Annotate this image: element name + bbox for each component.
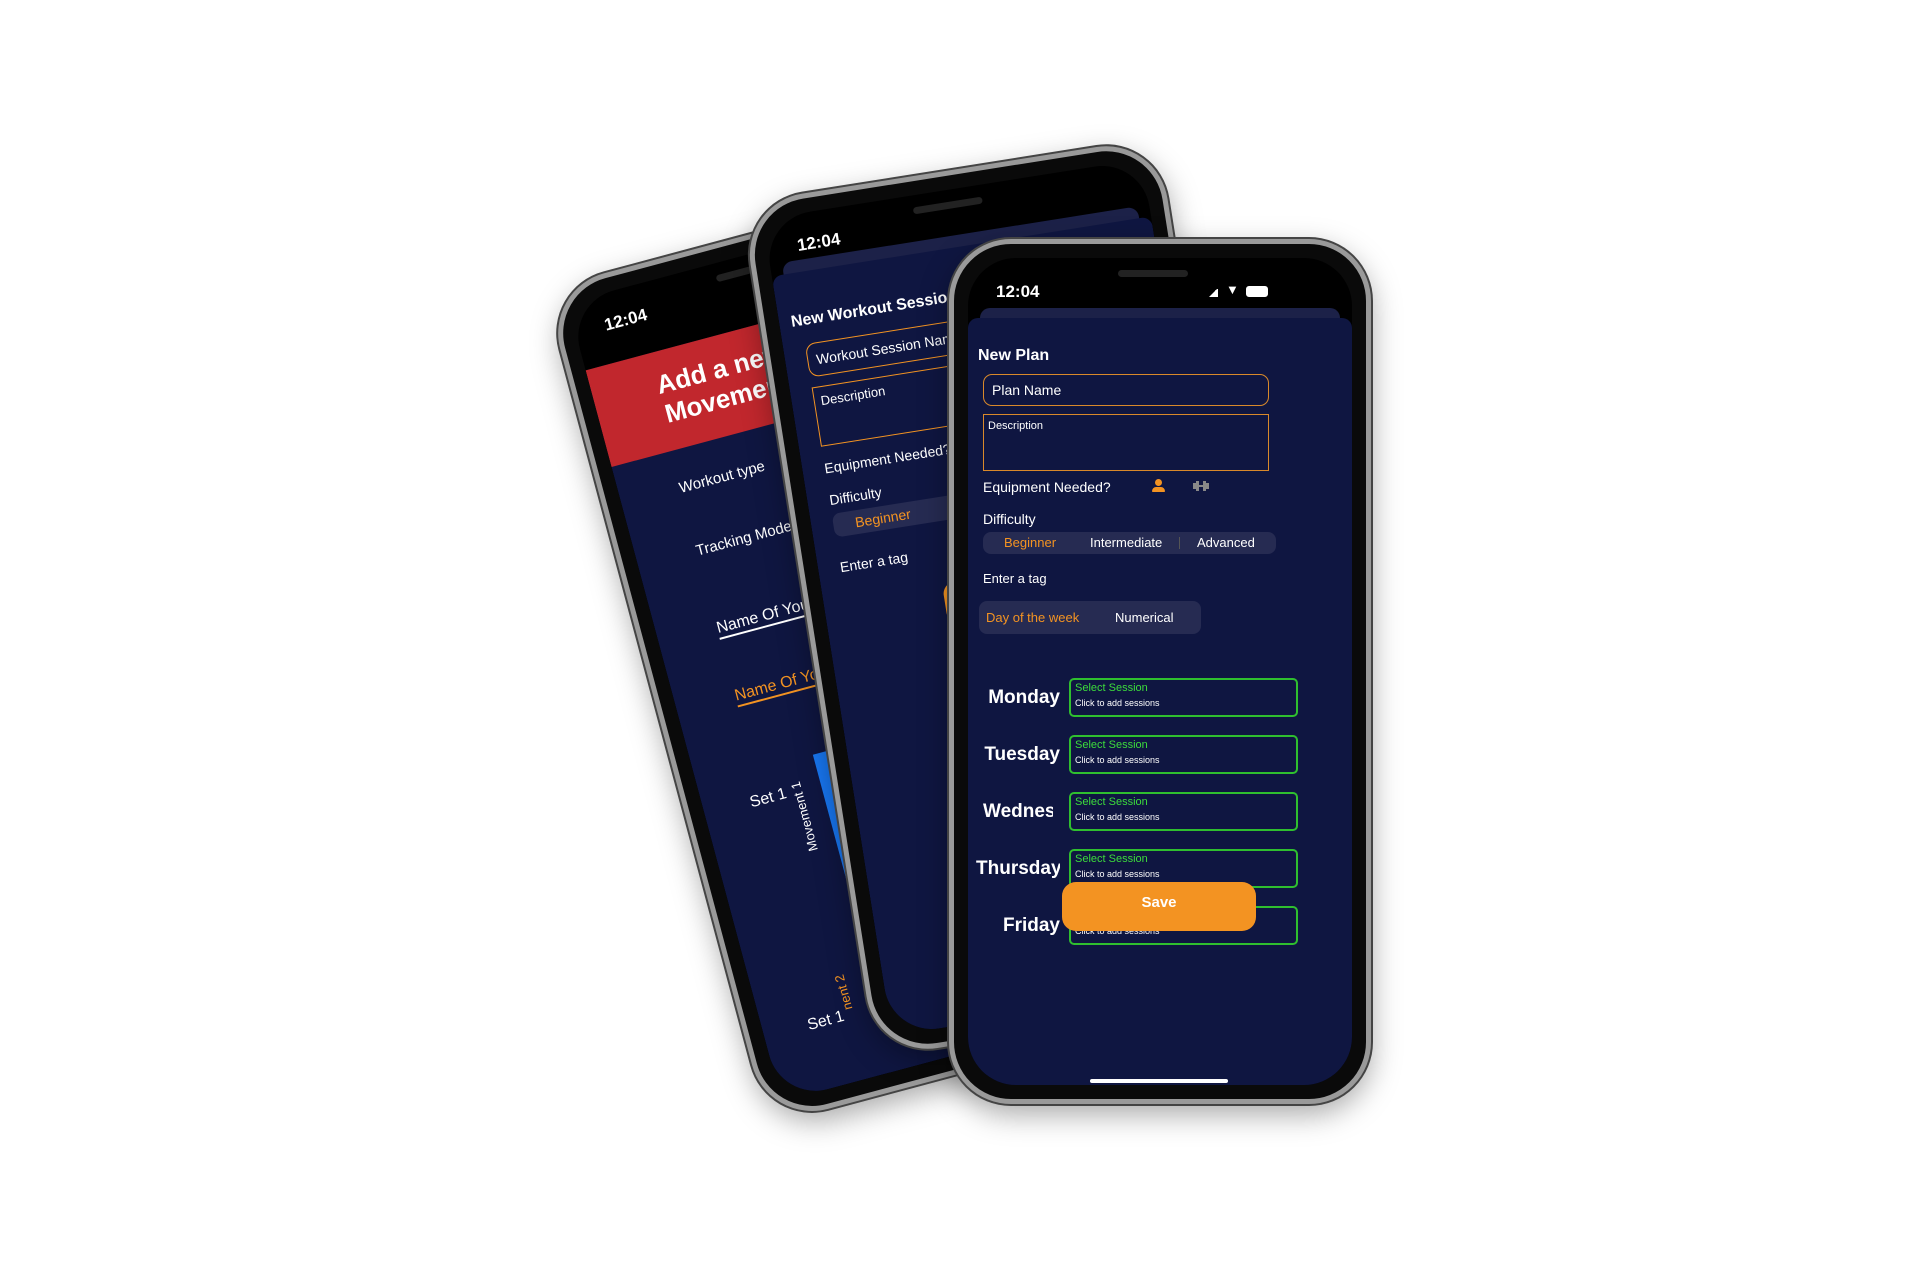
tracking-mode-label[interactable]: Tracking Mode (694, 518, 794, 560)
description-input[interactable]: Description (983, 414, 1269, 471)
movement-label: Movement 1 (787, 780, 821, 853)
status-icons: ▼ (1208, 282, 1278, 297)
dumbbell-icon[interactable] (1193, 481, 1209, 491)
set-label: Set 1 (748, 785, 789, 812)
tag-mode-day-of-week[interactable]: Day of the week (986, 610, 1079, 625)
session-hint: Click to add sessions (1075, 755, 1160, 765)
save-button[interactable]: Save (1062, 882, 1256, 931)
home-indicator (1090, 1079, 1228, 1083)
session-title: Select Session (1075, 853, 1148, 865)
plan-name-input[interactable]: Plan Name (983, 374, 1269, 406)
session-title: Select Session (1075, 682, 1148, 694)
battery-icon (1246, 286, 1268, 297)
session-title: Select Session (1075, 739, 1148, 751)
difficulty-label: Difficulty (983, 511, 1036, 527)
signal-icon (1208, 289, 1218, 297)
select-session-button[interactable]: Select Session Click to add sessions (1069, 792, 1298, 831)
phone-new-plan: 12:04 ▼ New Plan Plan Name Description E… (949, 239, 1371, 1104)
difficulty-advanced[interactable]: Advanced (1197, 535, 1255, 550)
session-hint: Click to add sessions (1075, 698, 1160, 708)
day-label: Monday (988, 687, 1060, 708)
difficulty-label: Difficulty (828, 484, 883, 509)
day-label: Wednesday (983, 801, 1053, 822)
status-time: 12:04 (996, 282, 1040, 301)
session-hint: Click to add sessions (1075, 869, 1160, 879)
difficulty-intermediate[interactable]: Intermediate (1090, 535, 1162, 550)
difficulty-segmented-control: Beginner Intermediate Advanced (983, 532, 1276, 554)
session-hint: Click to add sessions (1075, 812, 1160, 822)
select-session-button[interactable]: Select Session Click to add sessions (1069, 678, 1298, 717)
session-title: Select Session (1075, 796, 1148, 808)
workout-type-label[interactable]: Workout type (677, 458, 767, 497)
person-icon[interactable] (1151, 479, 1165, 493)
tag-mode-control: Day of the week Numerical (979, 601, 1201, 634)
wifi-icon: ▼ (1226, 282, 1239, 297)
tag-label[interactable]: Enter a tag (839, 549, 909, 576)
day-label: Tuesday (984, 744, 1060, 765)
status-time: 12:04 (602, 305, 650, 335)
equipment-label: Equipment Needed? (823, 440, 952, 477)
page-title: New Plan (978, 347, 1050, 364)
status-time: 12:04 (795, 229, 842, 255)
day-label: Thursday (976, 858, 1060, 879)
movement-label-2: nent 2 (831, 972, 856, 1012)
tag-input[interactable]: Enter a tag (983, 571, 1047, 586)
equipment-label: Equipment Needed? (983, 479, 1111, 495)
difficulty-beginner[interactable]: Beginner (854, 506, 912, 531)
select-session-button[interactable]: Select Session Click to add sessions (1069, 735, 1298, 774)
day-label: Friday (1002, 915, 1060, 936)
tag-mode-numerical[interactable]: Numerical (1115, 610, 1174, 625)
difficulty-beginner[interactable]: Beginner (1004, 535, 1056, 550)
